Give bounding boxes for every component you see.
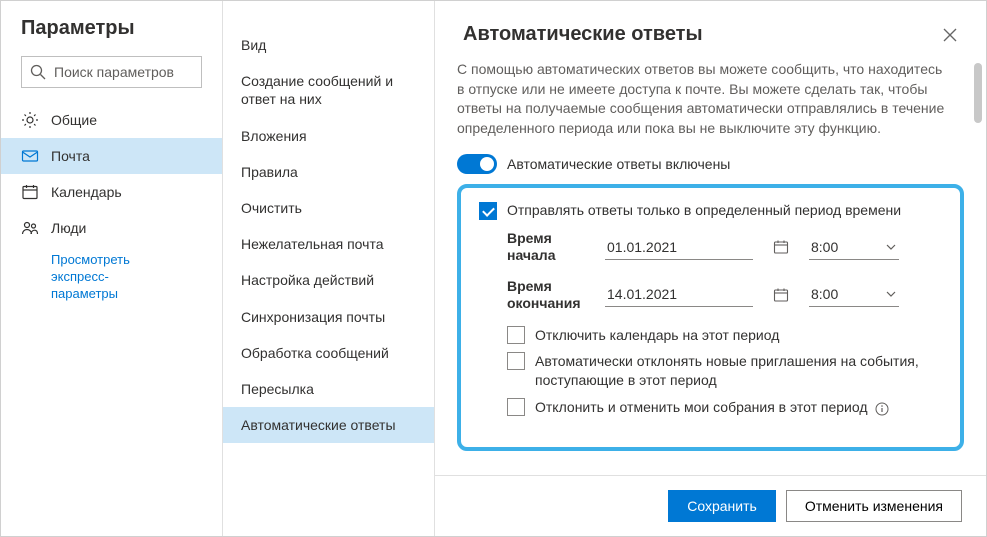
view-quick-settings-link[interactable]: Просмотреть экспресс- параметры — [1, 246, 222, 303]
chevron-down-icon — [885, 288, 897, 300]
block-calendar-label: Отключить календарь на этот период — [535, 326, 779, 345]
search-input[interactable]: Поиск параметров — [21, 56, 202, 88]
subnav-sync[interactable]: Синхронизация почты — [223, 299, 434, 335]
nav-label: Общие — [51, 112, 97, 128]
nav-mail[interactable]: Почта — [1, 138, 222, 174]
calendar-icon[interactable] — [773, 239, 789, 255]
cancel-meetings-label: Отклонить и отменить мои собрания в этот… — [535, 398, 889, 417]
nav-calendar[interactable]: Календарь — [1, 174, 222, 210]
settings-title: Параметры — [1, 17, 222, 56]
cancel-meetings-checkbox[interactable] — [507, 398, 525, 416]
scrollbar[interactable] — [974, 61, 982, 466]
page-heading: Автоматические ответы — [463, 23, 703, 46]
start-time-row: Время начала 01.01.2021 8:00 — [507, 230, 942, 264]
subnav-junk[interactable]: Нежелательная почта — [223, 226, 434, 262]
start-label: Время начала — [507, 230, 597, 264]
settings-window: Параметры Поиск параметров Общие Почта К… — [1, 1, 986, 536]
decline-new-invites-label: Автоматически отклонять новые приглашени… — [535, 352, 942, 390]
start-time-select[interactable]: 8:00 — [809, 235, 899, 260]
mail-icon — [21, 147, 39, 165]
send-in-period-label: Отправлять ответы только в определенный … — [507, 202, 901, 218]
settings-nav-primary: Параметры Поиск параметров Общие Почта К… — [1, 1, 223, 536]
gear-icon — [21, 111, 39, 129]
subnav-forwarding[interactable]: Пересылка — [223, 371, 434, 407]
end-date-input[interactable]: 14.01.2021 — [605, 282, 753, 307]
chevron-down-icon — [885, 241, 897, 253]
start-date-input[interactable]: 01.01.2021 — [605, 235, 753, 260]
time-period-panel: Отправлять ответы только в определенный … — [457, 184, 964, 451]
intro-text: С помощью автоматических ответов вы може… — [457, 60, 964, 138]
cancel-button[interactable]: Отменить изменения — [786, 490, 962, 522]
search-placeholder: Поиск параметров — [54, 64, 174, 80]
subnav-attachments[interactable]: Вложения — [223, 118, 434, 154]
nav-general[interactable]: Общие — [1, 102, 222, 138]
nav-label: Почта — [51, 148, 90, 164]
people-icon — [21, 219, 39, 237]
nav-label: Люди — [51, 220, 86, 236]
subnav-handling[interactable]: Обработка сообщений — [223, 335, 434, 371]
subnav-layout[interactable]: Вид — [223, 27, 434, 63]
search-icon — [30, 64, 46, 80]
calendar-icon — [21, 183, 39, 201]
subnav-auto-replies[interactable]: Автоматические ответы — [223, 407, 434, 443]
scrollbar-thumb[interactable] — [974, 63, 982, 123]
end-time-row: Время окончания 14.01.2021 8:00 — [507, 278, 942, 312]
send-in-period-checkbox[interactable] — [479, 202, 497, 220]
save-button[interactable]: Сохранить — [668, 490, 776, 522]
end-time-select[interactable]: 8:00 — [809, 282, 899, 307]
close-icon[interactable] — [942, 27, 958, 43]
nav-people[interactable]: Люди — [1, 210, 222, 246]
calendar-icon[interactable] — [773, 287, 789, 303]
nav-label: Календарь — [51, 184, 122, 200]
end-label: Время окончания — [507, 278, 597, 312]
block-calendar-checkbox[interactable] — [507, 326, 525, 344]
subnav-sweep[interactable]: Очистить — [223, 190, 434, 226]
settings-nav-secondary: Вид Создание сообщений и ответ на них Вл… — [223, 1, 435, 536]
auto-replies-toggle[interactable] — [457, 154, 497, 174]
subnav-custom-actions[interactable]: Настройка действий — [223, 262, 434, 298]
footer: Сохранить Отменить изменения — [435, 475, 986, 536]
toggle-label: Автоматические ответы включены — [507, 156, 730, 172]
decline-new-invites-checkbox[interactable] — [507, 352, 525, 370]
info-icon[interactable] — [875, 402, 889, 416]
settings-content: Автоматические ответы С помощью автомати… — [435, 1, 986, 536]
subnav-compose[interactable]: Создание сообщений и ответ на них — [223, 63, 434, 117]
subnav-rules[interactable]: Правила — [223, 154, 434, 190]
